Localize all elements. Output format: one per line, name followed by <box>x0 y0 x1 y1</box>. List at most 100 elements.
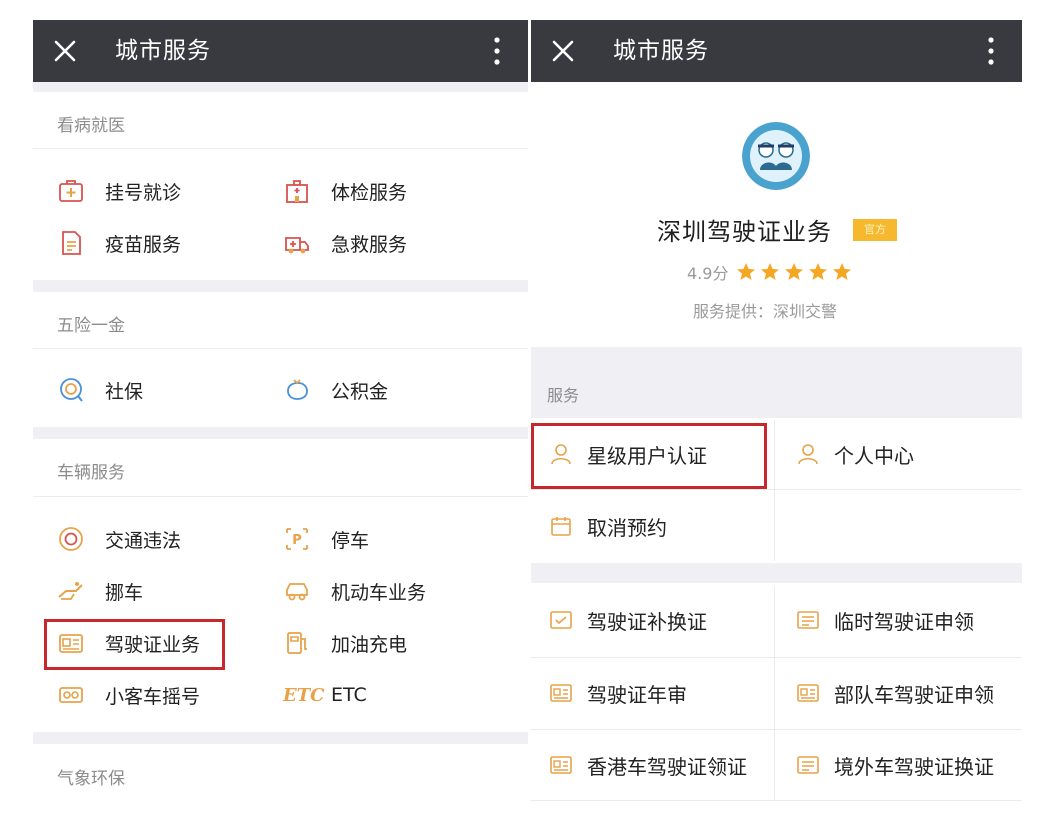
section-title-services: 服务 <box>547 386 580 405</box>
etc-icon: ETC <box>283 684 325 706</box>
document-icon <box>62 231 81 255</box>
service-military-license[interactable]: 部队车驾驶证申领 <box>774 659 1021 727</box>
star-icon <box>737 263 756 280</box>
divider <box>531 800 1022 801</box>
service-parking[interactable]: P 停车 <box>283 519 369 559</box>
calendar-icon <box>551 517 571 536</box>
service-label: ETC <box>331 684 367 706</box>
service-label: 交通违法 <box>105 529 182 552</box>
service-label: 挪车 <box>105 581 144 604</box>
service-label: 疫苗服务 <box>105 233 182 256</box>
divider <box>531 729 1022 730</box>
traffic-violation-icon <box>59 527 83 551</box>
section-title-environment: 气象环保 <box>57 769 125 789</box>
service-label: 小客车摇号 <box>105 685 201 708</box>
divider <box>33 348 528 349</box>
service-vaccine[interactable]: 疫苗服务 <box>57 223 181 263</box>
service-license-annual-review[interactable]: 驾驶证年审 <box>531 659 792 727</box>
divider <box>531 657 1022 658</box>
service-registration[interactable]: 挂号就诊 <box>57 171 181 211</box>
hand-car-icon <box>58 582 83 600</box>
service-label: 急救服务 <box>331 233 408 256</box>
service-hk-license[interactable]: 香港车驾驶证领证 <box>531 731 792 799</box>
star-icon <box>809 263 828 280</box>
license-card-icon <box>797 756 819 774</box>
section-title-medical: 看病就医 <box>57 116 125 136</box>
highlight-box <box>531 423 767 489</box>
section-divider <box>33 732 528 744</box>
service-traffic-violation[interactable]: 交通违法 <box>57 519 181 559</box>
police-logo-icon <box>742 122 810 190</box>
svg-text:P: P <box>292 533 302 548</box>
service-emergency[interactable]: 急救服务 <box>283 223 407 263</box>
divider <box>531 489 1022 490</box>
service-label: 机动车业务 <box>331 581 427 604</box>
service-car-lottery[interactable]: 小客车摇号 <box>57 675 200 715</box>
fuel-pump-icon <box>287 632 307 654</box>
service-move-car[interactable]: 挪车 <box>57 571 143 611</box>
divider <box>774 420 775 561</box>
section-divider <box>33 280 528 292</box>
page-title: 城市服务 <box>115 38 211 64</box>
star-rating <box>736 262 856 282</box>
app-name: 深圳驾驶证业务 <box>657 218 832 246</box>
service-label: 体检服务 <box>331 181 408 204</box>
service-provider: 服务提供：深圳交警 <box>693 302 838 321</box>
license-card-icon <box>550 684 572 702</box>
ambulance-icon <box>285 237 309 254</box>
social-security-icon <box>60 378 83 402</box>
service-label: 驾驶证补换证 <box>587 609 707 634</box>
divider <box>33 496 528 497</box>
service-cancel-appointment[interactable]: 取消预约 <box>531 492 792 560</box>
star-icon <box>761 263 780 280</box>
hospital-building-icon <box>286 180 308 203</box>
service-label: 社保 <box>105 380 144 403</box>
page-title: 城市服务 <box>613 38 709 64</box>
rating-score: 4.9分 <box>687 264 729 283</box>
service-label: 驾驶证年审 <box>587 682 687 707</box>
top-bar: 城市服务 <box>531 20 1022 82</box>
more-menu-icon[interactable] <box>494 36 500 66</box>
close-icon[interactable] <box>51 37 79 65</box>
section-title-vehicle: 车辆服务 <box>57 463 125 483</box>
service-fuel-charging[interactable]: 加油充电 <box>283 623 407 663</box>
service-label: 部队车驾驶证申领 <box>834 682 994 707</box>
service-personal-center[interactable]: 个人中心 <box>774 420 1021 488</box>
top-bar: 城市服务 <box>33 20 528 82</box>
service-etc[interactable]: ETC ETC <box>283 675 367 715</box>
service-label: 香港车驾驶证领证 <box>587 754 747 779</box>
service-label: 加油充电 <box>331 633 408 656</box>
close-icon[interactable] <box>549 37 577 65</box>
user-icon <box>798 444 818 465</box>
highlight-box <box>44 619 225 670</box>
parking-icon: P <box>286 528 308 550</box>
city-services-list-screen: 城市服务 看病就医 挂号就诊 体检服务 疫苗服务 急救服务 五险一金 社保 公积… <box>33 20 528 814</box>
lottery-icon <box>59 687 83 703</box>
official-badge: 官方 <box>853 219 897 241</box>
section-divider <box>531 563 1022 583</box>
driver-license-service-screen: 城市服务 深圳驾驶证业务 官方 4.9分 服务提供：深圳交警 服务 星级用户认证… <box>531 20 1022 814</box>
service-vehicle-business[interactable]: 机动车业务 <box>283 571 426 611</box>
piggy-bank-icon <box>287 379 308 400</box>
divider <box>774 586 775 800</box>
more-menu-icon[interactable] <box>988 36 994 66</box>
car-icon <box>286 583 308 601</box>
service-label: 境外车驾驶证换证 <box>834 754 994 779</box>
star-icon <box>833 263 852 280</box>
service-housing-fund[interactable]: 公积金 <box>283 370 388 410</box>
section-header-bg <box>531 347 1022 418</box>
service-label: 取消预约 <box>587 515 667 540</box>
section-divider <box>33 82 528 92</box>
divider <box>33 148 528 149</box>
service-temp-license[interactable]: 临时驾驶证申领 <box>774 586 1021 654</box>
service-label: 临时驾驶证申领 <box>834 609 974 634</box>
license-card-icon <box>797 611 819 629</box>
service-license-replace[interactable]: 驾驶证补换证 <box>531 586 792 654</box>
license-card-icon <box>550 611 572 629</box>
service-foreign-license-exchange[interactable]: 境外车驾驶证换证 <box>774 731 1021 799</box>
section-divider <box>33 427 528 439</box>
service-checkup[interactable]: 体检服务 <box>283 171 407 211</box>
service-social-security[interactable]: 社保 <box>57 370 143 410</box>
medical-kit-icon <box>59 180 83 202</box>
service-label: 个人中心 <box>834 443 914 468</box>
